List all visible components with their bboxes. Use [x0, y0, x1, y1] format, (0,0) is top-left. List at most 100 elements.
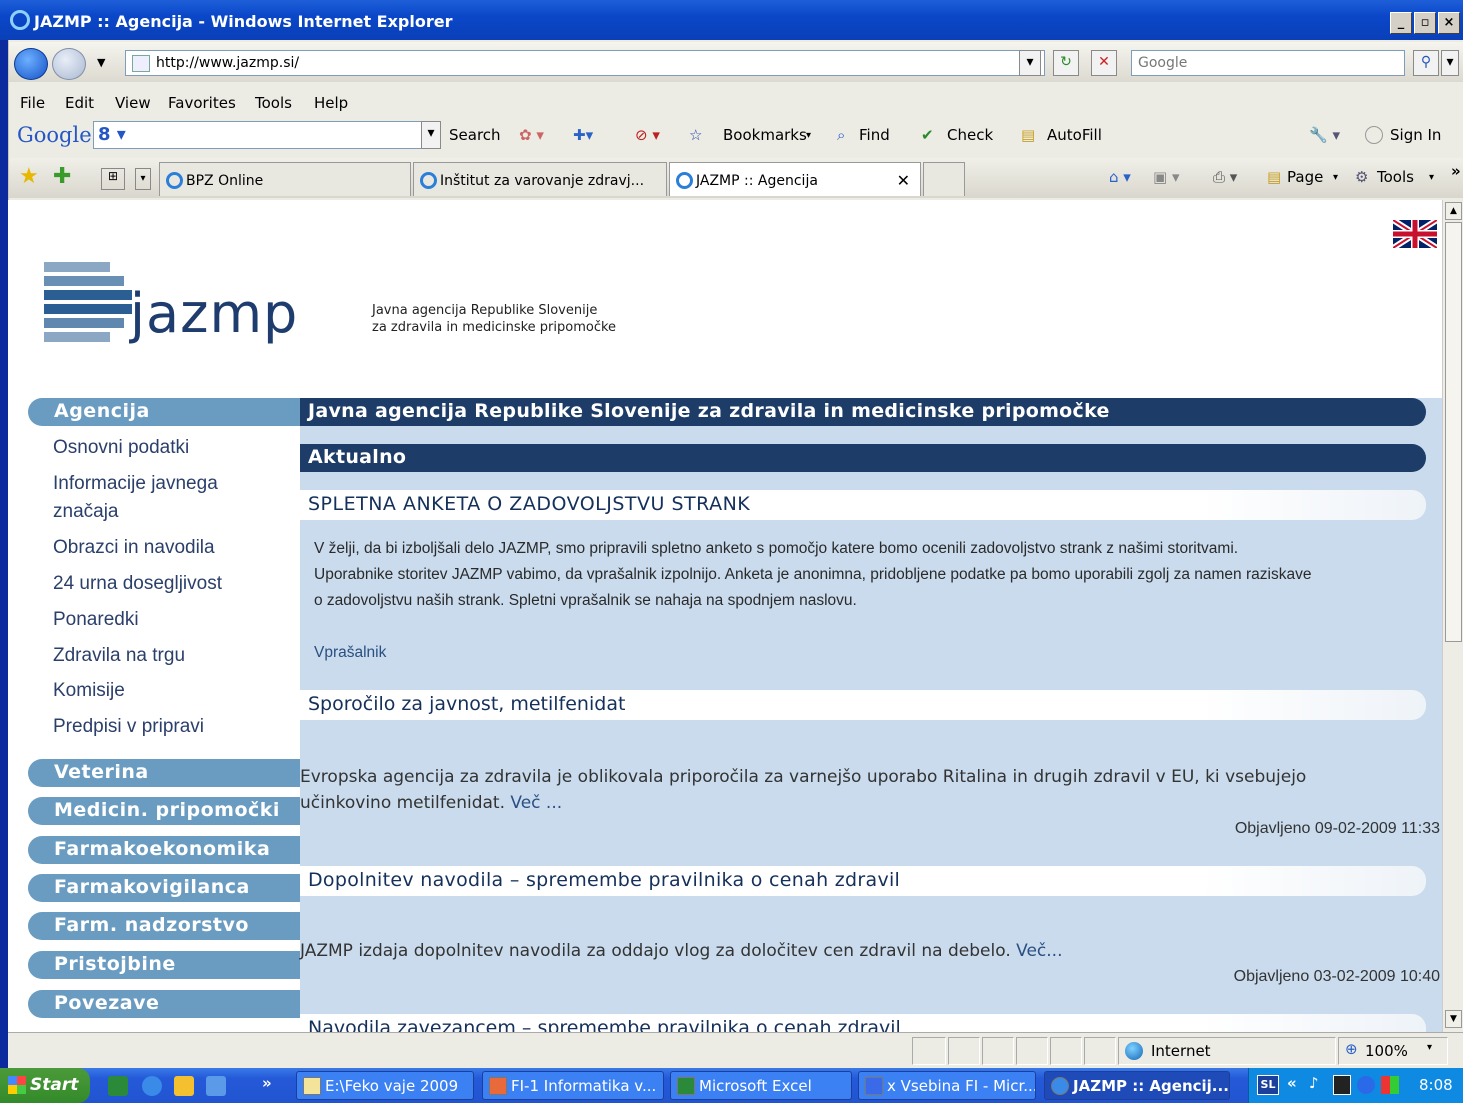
- autofill-button[interactable]: AutoFill: [1047, 126, 1102, 144]
- menu-tools[interactable]: Tools: [255, 94, 292, 112]
- menu-file[interactable]: File: [20, 94, 45, 112]
- wrench-icon[interactable]: 🔧 ▾: [1309, 126, 1340, 144]
- task-folder[interactable]: E:\Feko vaje 2009: [296, 1071, 474, 1100]
- vprasalnik-link[interactable]: Vprašalnik: [314, 640, 386, 666]
- task-excel[interactable]: Microsoft Excel: [670, 1071, 852, 1100]
- blocker-icon[interactable]: ⊘ ▾: [635, 126, 660, 144]
- bookmarks-dropdown-icon[interactable]: ▾: [806, 130, 811, 141]
- nav-item-obrazci[interactable]: Obrazci in navodila: [53, 534, 215, 562]
- maximize-button[interactable]: ▫: [1414, 12, 1436, 34]
- nav-item-informacije[interactable]: Informacije javnega: [53, 470, 218, 498]
- nav-section-agencija[interactable]: Agencija: [28, 398, 300, 426]
- spellcheck-icon[interactable]: ✔: [921, 126, 934, 144]
- task-powerpoint[interactable]: FI-1 Informatika v...: [482, 1071, 664, 1100]
- nav-item-osnovni-podatki[interactable]: Osnovni podatki: [53, 434, 189, 462]
- tab-institut[interactable]: Inštitut za varovanje zdravj...: [413, 162, 667, 196]
- nav-section-farmakovigilanca[interactable]: Farmakovigilanca: [28, 874, 300, 902]
- forward-button[interactable]: [52, 48, 86, 80]
- check-button[interactable]: Check: [947, 126, 993, 144]
- nav-section-farm-nadzorstvo[interactable]: Farm. nadzorstvo: [28, 912, 300, 940]
- search-input[interactable]: Google: [1131, 50, 1405, 76]
- feeds-icon[interactable]: ▣ ▾: [1153, 168, 1179, 186]
- news-title-navodila[interactable]: Navodila zavezancem – spremembe pravilni…: [300, 1014, 1426, 1032]
- quick-tabs-icon[interactable]: ⊞: [101, 168, 125, 190]
- tab-jazmp[interactable]: JAZMP :: Agencija ✕: [669, 162, 921, 196]
- more-link[interactable]: Več...: [1016, 941, 1062, 961]
- close-button[interactable]: ×: [1438, 12, 1460, 34]
- ie-quicklaunch-icon[interactable]: [142, 1076, 162, 1096]
- desktop-quicklaunch-icon[interactable]: [206, 1076, 226, 1096]
- task-word[interactable]: x Vsebina FI - Micr...: [858, 1071, 1036, 1100]
- search-icon[interactable]: ⚲: [1413, 50, 1439, 76]
- outlook-quicklaunch-icon[interactable]: [174, 1076, 194, 1096]
- find-button[interactable]: Find: [859, 126, 890, 144]
- google-search-input[interactable]: 8 ▾: [93, 121, 433, 149]
- zoom-dropdown-icon[interactable]: ▾: [1427, 1042, 1432, 1053]
- search-options-icon[interactable]: ▾: [1441, 50, 1459, 76]
- home-icon[interactable]: ⌂ ▾: [1109, 168, 1131, 186]
- back-button[interactable]: [14, 48, 48, 80]
- scroll-thumb[interactable]: [1445, 222, 1462, 642]
- star-icon[interactable]: ☆: [689, 126, 702, 144]
- start-button[interactable]: Start: [0, 1068, 90, 1103]
- google-dropdown-icon[interactable]: ▾: [421, 121, 441, 149]
- nav-section-medicin[interactable]: Medicin. pripomočki: [28, 797, 300, 825]
- page-dropdown-icon[interactable]: ▾: [1333, 172, 1338, 183]
- favorites-star-icon[interactable]: ★: [19, 164, 39, 189]
- zoom-control[interactable]: ⊕ 100% ▾: [1338, 1037, 1448, 1065]
- more-link[interactable]: Več ...: [510, 793, 562, 813]
- nav-section-pristojbine[interactable]: Pristojbine: [28, 951, 300, 979]
- language-indicator[interactable]: SL: [1257, 1075, 1279, 1095]
- page-menu[interactable]: Page: [1287, 168, 1323, 186]
- address-input[interactable]: http://www.jazmp.si/: [125, 50, 1045, 76]
- tools-dropdown-icon[interactable]: ▾: [1429, 172, 1434, 183]
- signin-button[interactable]: Sign In: [1390, 126, 1441, 144]
- chevron-right-icon[interactable]: »: [1451, 162, 1461, 180]
- bluetooth-icon[interactable]: [1357, 1076, 1375, 1094]
- news-title-dopolnitev[interactable]: Dopolnitev navodila – spremembe pravilni…: [300, 866, 1426, 896]
- menu-view[interactable]: View: [115, 94, 151, 112]
- autofill-icon[interactable]: ▤: [1021, 126, 1035, 144]
- nav-item-predpisi[interactable]: Predpisi v pripravi: [53, 713, 204, 741]
- tab-bpz[interactable]: BPZ Online: [159, 162, 411, 196]
- google-search-button[interactable]: Search: [449, 126, 501, 144]
- news-title-anketa[interactable]: SPLETNA ANKETA O ZADOVOLJSTVU STRANK: [300, 490, 1426, 520]
- history-dropdown-icon[interactable]: ▼: [97, 56, 105, 69]
- popup-icon[interactable]: ✿ ▾: [519, 126, 544, 144]
- clock[interactable]: 8:08: [1419, 1076, 1453, 1094]
- security-icon[interactable]: [1381, 1076, 1399, 1094]
- network-icon[interactable]: [1333, 1075, 1351, 1095]
- tray-expand-icon[interactable]: «: [1287, 1074, 1297, 1092]
- menu-help[interactable]: Help: [314, 94, 348, 112]
- nav-item-informacije-cont[interactable]: značaja: [53, 498, 119, 526]
- nav-item-komisije[interactable]: Komisije: [53, 677, 125, 705]
- nav-section-povezave[interactable]: Povezave: [28, 990, 300, 1018]
- address-dropdown-icon[interactable]: ▾: [1019, 50, 1041, 76]
- nav-item-24-urna[interactable]: 24 urna dosegljivost: [53, 570, 222, 598]
- add-icon[interactable]: ✚▾: [573, 126, 593, 144]
- vertical-scrollbar[interactable]: ▲ ▼: [1442, 200, 1463, 1032]
- print-icon[interactable]: ⎙ ▾: [1213, 168, 1237, 186]
- close-tab-icon[interactable]: ✕: [897, 171, 910, 190]
- task-ie[interactable]: JAZMP :: Agencij...: [1044, 1071, 1230, 1100]
- find-icon[interactable]: ⌕: [837, 126, 845, 144]
- tab-list-icon[interactable]: ▾: [135, 168, 151, 190]
- nav-section-farmakoekonomika[interactable]: Farmakoekonomika: [28, 836, 300, 864]
- tools-menu[interactable]: Tools: [1377, 168, 1414, 186]
- news-title-metilfenidat[interactable]: Sporočilo za javnost, metilfenidat: [300, 690, 1426, 720]
- volume-icon[interactable]: ♪: [1309, 1074, 1319, 1092]
- menu-edit[interactable]: Edit: [65, 94, 94, 112]
- nav-section-veterina[interactable]: Veterina: [28, 759, 300, 787]
- nav-item-ponaredki[interactable]: Ponaredki: [53, 606, 139, 634]
- scroll-down-icon[interactable]: ▼: [1445, 1010, 1462, 1028]
- bookmarks-button[interactable]: Bookmarks: [723, 126, 807, 144]
- menu-favorites[interactable]: Favorites: [168, 94, 236, 112]
- nav-item-zdravila-na-trgu[interactable]: Zdravila na trgu: [53, 642, 185, 670]
- quicklaunch-more-icon[interactable]: »: [262, 1074, 272, 1092]
- refresh-icon[interactable]: ↻: [1053, 50, 1079, 76]
- excel-quicklaunch-icon[interactable]: [108, 1076, 128, 1096]
- scroll-up-icon[interactable]: ▲: [1445, 202, 1462, 220]
- english-flag-icon[interactable]: [1393, 220, 1437, 248]
- site-logo[interactable]: jazmp: [130, 282, 298, 345]
- stop-icon[interactable]: ✕: [1091, 50, 1117, 76]
